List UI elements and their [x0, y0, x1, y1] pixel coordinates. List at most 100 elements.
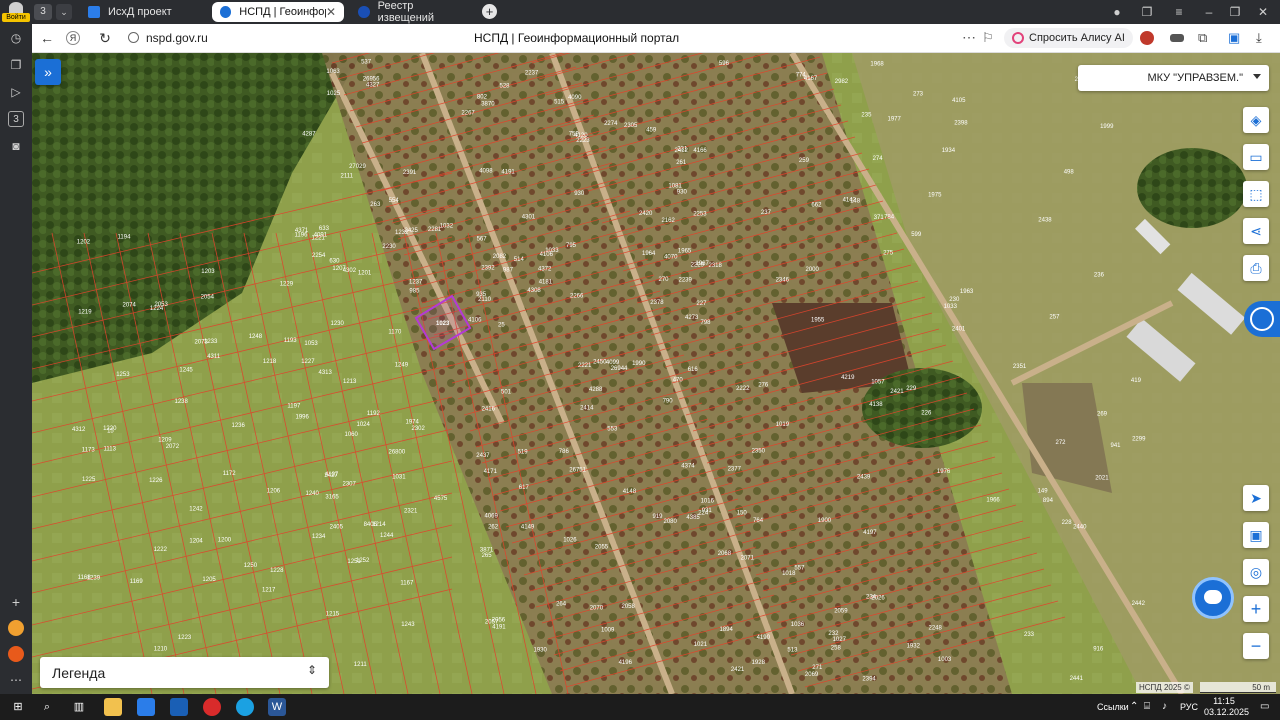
notifications-icon[interactable]: ▭ — [1260, 701, 1269, 712]
clock[interactable]: 11:15 03.12.2025 — [1204, 696, 1250, 718]
geolocation-icon[interactable]: ◎ — [1243, 559, 1269, 585]
parcel-number-label: 515 — [554, 100, 565, 106]
parcel-number-label: 1194 — [118, 235, 132, 241]
links-toolbar[interactable]: Ссылки — [1097, 702, 1129, 712]
menu-icon[interactable]: ≡ — [1170, 3, 1188, 21]
parcel-number-label: 2305 — [624, 123, 638, 129]
bookmark-collections-icon[interactable]: ❐ — [1138, 3, 1156, 21]
parcel-number-label: 2416 — [482, 406, 496, 412]
history-clock-icon[interactable]: ◷ — [8, 30, 24, 46]
tab-group-icon[interactable]: 3 — [34, 4, 52, 20]
reload-icon[interactable]: ↻ — [96, 29, 114, 47]
windows-start-icon[interactable]: ⊞ — [9, 698, 27, 716]
parcel-number-label: 1928 — [752, 660, 766, 666]
chevron-down-icon[interactable]: ⌄ — [56, 4, 72, 20]
extension-icon[interactable] — [1170, 34, 1184, 42]
tab-title: Реестр извещений — [377, 0, 435, 24]
extension-icon[interactable] — [1140, 31, 1154, 45]
parcel-number-label: 259 — [799, 158, 810, 164]
organization-select[interactable]: МКУ "УПРАВЗЕМ." — [1078, 65, 1269, 91]
camera-icon[interactable]: ◙ — [8, 138, 24, 154]
avatar-icon[interactable] — [8, 620, 24, 636]
search-icon[interactable]: ⌕ — [38, 698, 56, 716]
parcel-number-label: 1027 — [833, 637, 847, 643]
downloads-icon[interactable]: ⤓ — [1256, 30, 1262, 46]
ruler-icon[interactable]: ▭ — [1243, 144, 1269, 170]
parcel-number-label: 784 — [884, 214, 895, 220]
minimap-icon[interactable]: ▣ — [1243, 522, 1269, 548]
mail-icon[interactable] — [170, 698, 188, 716]
volume-icon[interactable]: ♪ — [1162, 701, 1167, 712]
parcel-number-label: 27029 — [349, 164, 366, 170]
parcel-number-label: 596 — [719, 61, 730, 67]
add-panel-plus-icon[interactable]: + — [8, 594, 24, 610]
collections-icon[interactable]: ❐ — [8, 57, 24, 73]
parcel-number-label: 1197 — [287, 403, 301, 409]
network-icon[interactable]: ⌸ — [1144, 701, 1150, 712]
zoom-out-button[interactable]: − — [1243, 633, 1269, 659]
satellite-map-canvas[interactable]: 2521112110410741062302409041914120430843… — [32, 53, 1280, 694]
tab-nspd[interactable]: НСПД | Геоинформаци ✕ — [212, 2, 344, 22]
parcel-number-label: 916 — [1093, 647, 1104, 653]
profile-icon — [9, 2, 23, 13]
parcel-number-label: 2267 — [461, 110, 475, 116]
tab-iskhd-project[interactable]: ИсхД проект — [80, 2, 206, 22]
store-icon[interactable] — [137, 698, 155, 716]
task-view-icon[interactable]: ▥ — [70, 698, 88, 716]
parcel-number-label: 2253 — [693, 212, 707, 218]
layers-icon[interactable]: ◈ — [1243, 107, 1269, 133]
share-icon[interactable]: ⋖ — [1243, 218, 1269, 244]
edge-icon[interactable] — [236, 698, 254, 716]
tab-registry[interactable]: Реестр извещений — [350, 0, 478, 24]
bookmark-icon[interactable]: ⚐ — [982, 30, 994, 46]
more-dots-icon[interactable]: ⋯ — [962, 29, 976, 46]
extensions-puzzle-icon[interactable]: ⧉ — [1198, 30, 1207, 46]
yandex-icon[interactable]: Я — [66, 31, 80, 45]
more-dots-icon[interactable]: ⋯ — [8, 672, 24, 688]
sidebar-badge-icon[interactable]: 3 — [8, 111, 24, 127]
parcel-number-label: 470 — [673, 378, 684, 384]
account-icon[interactable]: ● — [1108, 3, 1126, 21]
play-icon[interactable]: ▷ — [8, 84, 24, 100]
new-tab-plus-icon[interactable]: + — [482, 4, 497, 19]
parcel-number-label: 2438 — [1038, 217, 1052, 223]
chat-bubble-button[interactable] — [1192, 577, 1234, 619]
print-icon[interactable]: ⎙ — [1243, 255, 1269, 281]
locate-arrow-icon[interactable]: ➤ — [1243, 485, 1269, 511]
select-area-icon[interactable]: ⬚ — [1243, 181, 1269, 207]
maximize-icon[interactable]: ❐ — [1226, 3, 1244, 21]
close-tab-icon[interactable]: ✕ — [326, 5, 336, 19]
close-window-icon[interactable]: ✕ — [1254, 3, 1272, 21]
clock-date: 03.12.2025 — [1204, 707, 1250, 717]
parcel-number-label: 2222 — [736, 386, 750, 392]
parcel-number-label: 786 — [559, 449, 570, 455]
map-view[interactable]: 25 2111 2110 4107 4106 2302 4090 4191 4120 4308 43… — [32, 53, 1280, 694]
back-arrow-icon[interactable]: ← — [38, 29, 56, 47]
parcel-number-label: 271 — [812, 665, 823, 671]
parcel-number-label: 3871 — [480, 548, 494, 554]
parcel-number-label: 419 — [1131, 378, 1142, 384]
yandex-browser-icon[interactable] — [203, 698, 221, 716]
file-explorer-icon[interactable] — [104, 698, 122, 716]
language-indicator[interactable]: РУС — [1180, 702, 1198, 712]
support-chat-tab-icon[interactable] — [1244, 301, 1280, 337]
profile-button[interactable]: Войти — [2, 2, 30, 22]
parcel-number-label: 4069 — [485, 514, 499, 520]
browser-tab-bar: Войти 3 ⌄ ИсхД проект НСПД | Геоинформац… — [0, 0, 1280, 24]
word-icon[interactable]: W — [268, 698, 286, 716]
parcel-number-label: 269 — [1097, 411, 1108, 417]
zoom-in-button[interactable]: + — [1243, 596, 1269, 622]
parcel-number-label: 1036 — [791, 622, 805, 628]
site-info-icon[interactable] — [128, 32, 139, 43]
minimize-icon[interactable]: – — [1200, 3, 1218, 21]
expand-panel-button[interactable]: » — [35, 59, 61, 85]
app-icon[interactable] — [8, 646, 24, 662]
ask-alice-button[interactable]: Спросить Алису AI — [1004, 28, 1133, 48]
url-field[interactable]: nspd.gov.ru — [146, 31, 208, 45]
parcel-number-label: 554 — [389, 198, 400, 204]
legend-button[interactable]: Легенда ⇕ — [40, 657, 329, 688]
parcel-number-label: 2391 — [403, 170, 417, 176]
tray-chevron-icon[interactable]: ⌃ — [1130, 701, 1138, 712]
translate-icon[interactable]: ▣ — [1228, 30, 1240, 46]
parcel-number-label: 1232 — [395, 230, 409, 236]
